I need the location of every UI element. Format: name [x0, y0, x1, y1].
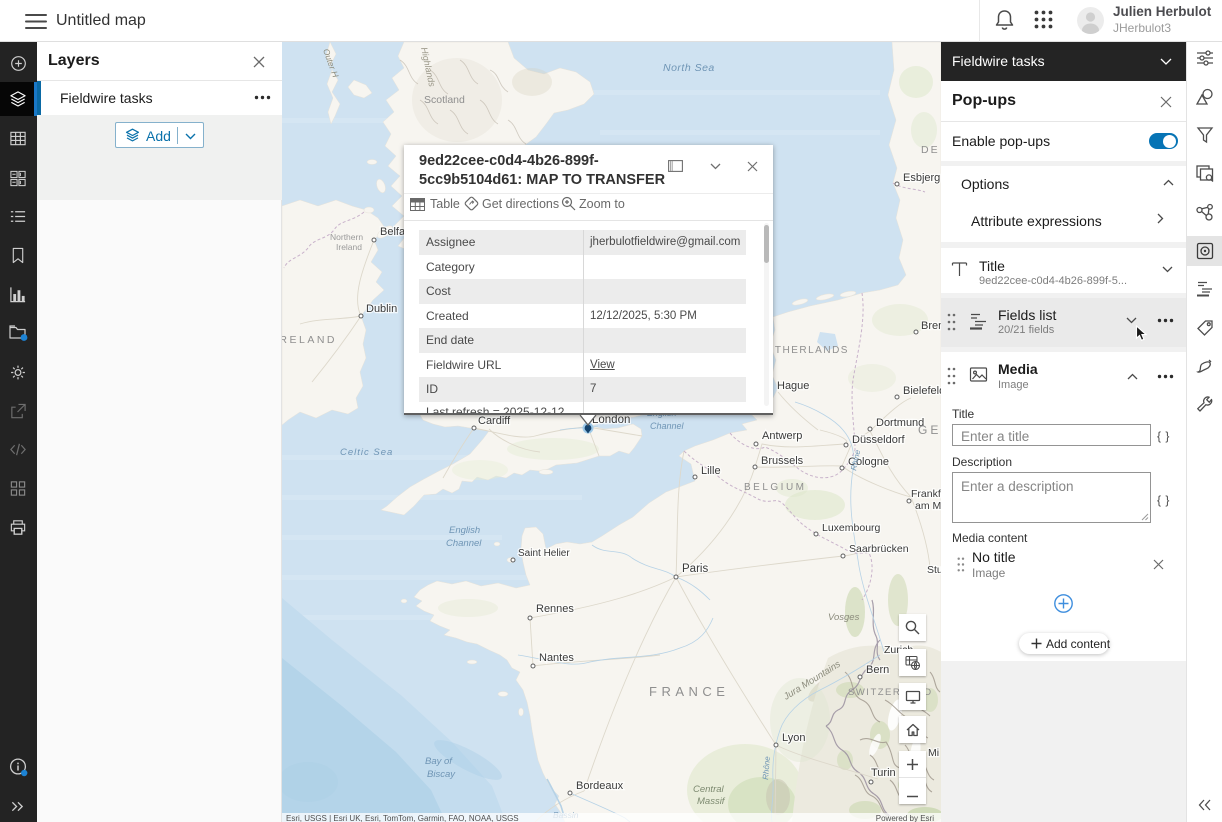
svg-text:DE: DE	[921, 144, 940, 156]
svg-text:Bay of: Bay of	[425, 756, 453, 767]
svg-text:London: London	[592, 414, 630, 426]
svg-text:North Sea: North Sea	[663, 62, 715, 74]
svg-text:Bern: Bern	[866, 664, 889, 676]
svg-text:FRANCE: FRANCE	[649, 684, 729, 699]
svg-text:Antwerp: Antwerp	[762, 430, 802, 442]
svg-text:Celtic Sea: Celtic Sea	[340, 447, 393, 458]
svg-text:Rennes: Rennes	[536, 603, 574, 615]
svg-text:Central: Central	[693, 784, 725, 795]
svg-text:Bremen: Bremen	[921, 320, 941, 332]
svg-text:Bordeaux: Bordeaux	[576, 780, 624, 792]
svg-text:Dublin: Dublin	[366, 303, 397, 315]
svg-text:Esbjerg: Esbjerg	[903, 172, 940, 184]
svg-text:Brussels: Brussels	[761, 455, 804, 467]
svg-text:Nantes: Nantes	[539, 652, 574, 664]
svg-text:GE: GE	[918, 423, 941, 437]
svg-text:Lyon: Lyon	[782, 732, 805, 744]
svg-text:Saarbrücken: Saarbrücken	[849, 543, 909, 555]
svg-text:Massif: Massif	[697, 796, 726, 807]
svg-text:Düsseldorf: Düsseldorf	[852, 434, 906, 446]
svg-text:Scotland: Scotland	[424, 94, 465, 106]
svg-text:Saint Helier: Saint Helier	[518, 548, 570, 559]
svg-text:Vosges: Vosges	[828, 612, 860, 623]
svg-text:Bielefeld: Bielefeld	[903, 385, 941, 397]
svg-text:Cardiff: Cardiff	[478, 415, 511, 427]
svg-text:Turin: Turin	[871, 767, 896, 779]
svg-text:Hague: Hague	[777, 380, 809, 392]
svg-text:Lille: Lille	[701, 465, 721, 477]
svg-text:Paris: Paris	[682, 563, 708, 575]
svg-text:Channel: Channel	[446, 538, 482, 549]
svg-text:Frankfu: Frankfu	[911, 488, 941, 500]
svg-text:Stu: Stu	[927, 564, 941, 576]
svg-text:Biscay: Biscay	[427, 769, 456, 780]
svg-text:Northern: Northern	[330, 232, 363, 242]
svg-text:am Mai: am Mai	[915, 500, 941, 512]
svg-text:IRELAND: IRELAND	[282, 334, 337, 346]
svg-text:Mi: Mi	[928, 747, 939, 759]
svg-text:English: English	[449, 525, 480, 536]
svg-text:Channel: Channel	[650, 421, 685, 431]
svg-text:Luxembourg: Luxembourg	[822, 522, 881, 534]
svg-text:BELGIUM: BELGIUM	[744, 482, 807, 493]
svg-text:Ireland: Ireland	[336, 242, 362, 252]
